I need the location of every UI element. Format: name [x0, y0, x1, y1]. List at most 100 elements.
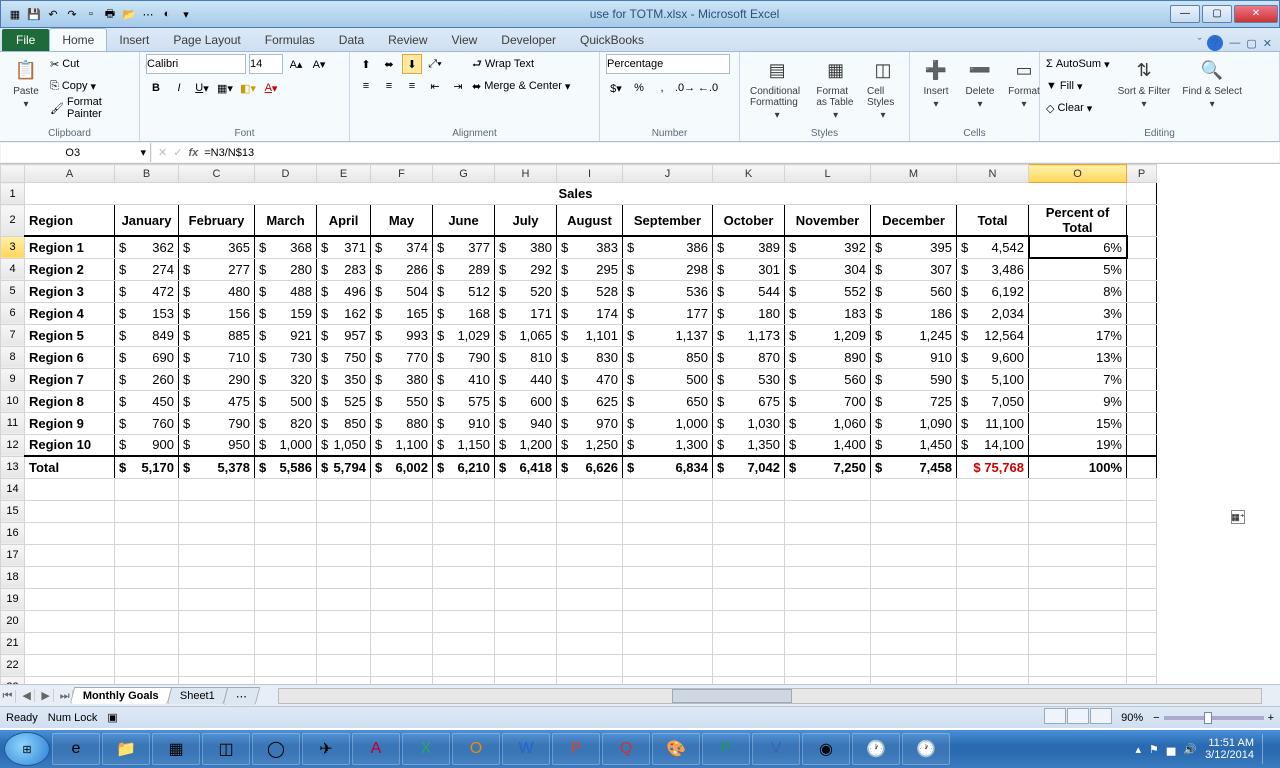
- cell[interactable]: October: [713, 205, 785, 237]
- cell[interactable]: [495, 610, 557, 632]
- cell[interactable]: [1029, 478, 1127, 500]
- cell[interactable]: [179, 676, 255, 684]
- align-left-icon[interactable]: ≡: [356, 76, 376, 96]
- tray-up-icon[interactable]: ▴: [1135, 743, 1141, 756]
- align-center-icon[interactable]: ≡: [379, 76, 399, 96]
- column-header[interactable]: E: [317, 165, 371, 183]
- cell[interactable]: $374: [371, 236, 433, 258]
- cell[interactable]: [713, 676, 785, 684]
- cell[interactable]: [1127, 302, 1157, 324]
- fill-button[interactable]: ▼ Fill ▾: [1046, 76, 1110, 96]
- cell[interactable]: $7,250: [785, 456, 871, 478]
- cell[interactable]: [115, 632, 179, 654]
- cell[interactable]: $2,034: [957, 302, 1029, 324]
- cell[interactable]: September: [623, 205, 713, 237]
- cell[interactable]: [1029, 588, 1127, 610]
- cell[interactable]: [957, 500, 1029, 522]
- cell[interactable]: [25, 544, 115, 566]
- cell[interactable]: [179, 588, 255, 610]
- next-sheet-icon[interactable]: ▶: [38, 689, 54, 702]
- cell[interactable]: $159: [255, 302, 317, 324]
- column-header[interactable]: B: [115, 165, 179, 183]
- cell[interactable]: $500: [255, 390, 317, 412]
- cell[interactable]: $304: [785, 258, 871, 280]
- cell[interactable]: $440: [495, 368, 557, 390]
- cell[interactable]: [179, 632, 255, 654]
- name-box[interactable]: O3▾: [1, 143, 151, 162]
- wrap-text-button[interactable]: ⮐ Wrap Text: [472, 54, 570, 74]
- find-select-button[interactable]: 🔍Find & Select▾: [1178, 54, 1245, 112]
- cell[interactable]: 5%: [1029, 258, 1127, 280]
- row-header[interactable]: 15: [1, 500, 25, 522]
- cell[interactable]: [115, 478, 179, 500]
- increase-font-icon[interactable]: A▴: [286, 54, 306, 74]
- cell[interactable]: [1127, 522, 1157, 544]
- cell[interactable]: [25, 610, 115, 632]
- align-top-icon[interactable]: ⬆: [356, 54, 376, 74]
- cell[interactable]: $830: [557, 346, 623, 368]
- cell[interactable]: [433, 544, 495, 566]
- cell[interactable]: [495, 654, 557, 676]
- accounting-format-icon[interactable]: $▾: [606, 78, 626, 98]
- cell[interactable]: $530: [713, 368, 785, 390]
- font-name-select[interactable]: [146, 54, 246, 74]
- cell[interactable]: $290: [179, 368, 255, 390]
- taskbar-word-icon[interactable]: W: [502, 733, 550, 765]
- cell[interactable]: $480: [179, 280, 255, 302]
- cell[interactable]: [433, 478, 495, 500]
- cell[interactable]: $475: [179, 390, 255, 412]
- cell[interactable]: [433, 654, 495, 676]
- cell[interactable]: [255, 676, 317, 684]
- cell[interactable]: [1127, 478, 1157, 500]
- file-tab[interactable]: File: [2, 29, 49, 51]
- cell[interactable]: [623, 610, 713, 632]
- cell[interactable]: [623, 478, 713, 500]
- cell[interactable]: [557, 654, 623, 676]
- cell[interactable]: [557, 544, 623, 566]
- cell[interactable]: $5,170: [115, 456, 179, 478]
- cell[interactable]: 15%: [1029, 412, 1127, 434]
- cell[interactable]: $921: [255, 324, 317, 346]
- cell[interactable]: [713, 500, 785, 522]
- taskbar-outlook-icon[interactable]: O: [452, 733, 500, 765]
- cell[interactable]: [557, 522, 623, 544]
- cell[interactable]: $544: [713, 280, 785, 302]
- prev-sheet-icon[interactable]: ◀: [19, 689, 35, 702]
- bold-icon[interactable]: B: [146, 78, 166, 98]
- cell[interactable]: [713, 632, 785, 654]
- cell[interactable]: $7,042: [713, 456, 785, 478]
- zoom-in-icon[interactable]: +: [1268, 712, 1274, 724]
- cell[interactable]: June: [433, 205, 495, 237]
- cell[interactable]: $5,378: [179, 456, 255, 478]
- row-header[interactable]: 22: [1, 654, 25, 676]
- cell[interactable]: Region 6: [25, 346, 115, 368]
- row-header[interactable]: 5: [1, 280, 25, 302]
- cell[interactable]: [785, 478, 871, 500]
- cell[interactable]: [557, 588, 623, 610]
- cell[interactable]: [255, 588, 317, 610]
- cell[interactable]: $6,002: [371, 456, 433, 478]
- maximize-button[interactable]: ▢: [1202, 5, 1232, 23]
- ribbon-tab-developer[interactable]: Developer: [489, 29, 568, 51]
- cell[interactable]: [255, 478, 317, 500]
- row-header[interactable]: 16: [1, 522, 25, 544]
- row-header[interactable]: 1: [1, 183, 25, 205]
- cell[interactable]: [371, 522, 433, 544]
- cell[interactable]: [179, 478, 255, 500]
- cell[interactable]: [957, 522, 1029, 544]
- cell[interactable]: [1127, 205, 1157, 237]
- cell[interactable]: [115, 544, 179, 566]
- cell[interactable]: $770: [371, 346, 433, 368]
- cell[interactable]: $560: [871, 280, 957, 302]
- start-button[interactable]: ⊞: [4, 732, 50, 766]
- cell[interactable]: [1127, 632, 1157, 654]
- taskbar-app-icon[interactable]: ◫: [202, 733, 250, 765]
- cell[interactable]: $380: [371, 368, 433, 390]
- cell[interactable]: $377: [433, 236, 495, 258]
- cell[interactable]: $1,350: [713, 434, 785, 456]
- cell[interactable]: $183: [785, 302, 871, 324]
- cell[interactable]: $950: [179, 434, 255, 456]
- column-header[interactable]: M: [871, 165, 957, 183]
- cell[interactable]: $600: [495, 390, 557, 412]
- cell[interactable]: $750: [317, 346, 371, 368]
